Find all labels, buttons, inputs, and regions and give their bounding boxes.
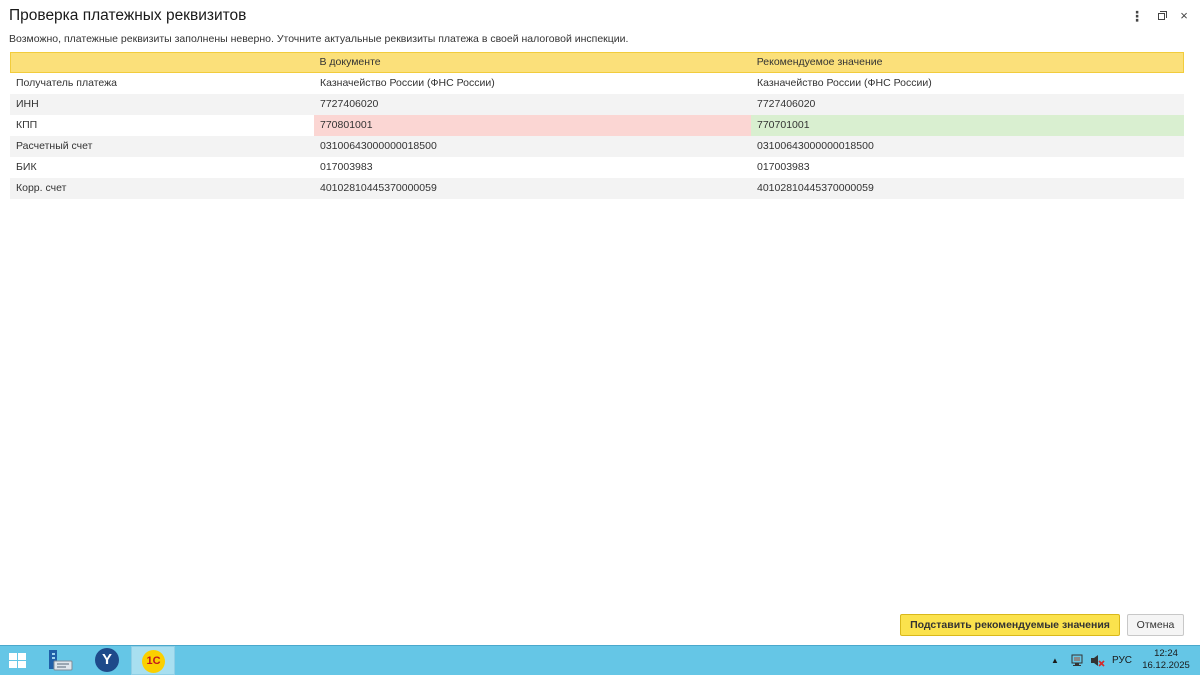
table-header: В документе Рекомендуемое значение — [10, 52, 1184, 73]
clock-time: 12:24 — [1154, 648, 1178, 659]
input-language-indicator[interactable]: РУС — [1112, 646, 1132, 675]
document-value: 7727406020 — [320, 98, 379, 110]
recommended-value-correct: 770701001 — [751, 115, 1184, 136]
restore-icon — [1157, 11, 1167, 20]
yandex-browser-button[interactable]: Y — [87, 646, 125, 675]
row-label: БИК — [16, 161, 37, 173]
yandex-browser-icon: Y — [95, 648, 119, 672]
file-explorer-icon — [49, 650, 73, 671]
table-row-recipient[interactable]: Получатель платежа Казначейство России (… — [10, 73, 1184, 94]
1c-enterprise-button[interactable]: 1С — [131, 646, 175, 675]
windows-start-icon — [9, 653, 27, 669]
header-cell-recommended: Рекомендуемое значение — [756, 56, 883, 68]
volume-muted-icon[interactable] — [1089, 646, 1105, 675]
clock-date: 16.12.2025 — [1142, 660, 1190, 671]
row-label: Получатель платежа — [16, 77, 118, 89]
recommended-value: Казначейство России (ФНС России) — [757, 77, 932, 89]
table-row-corr-account[interactable]: Корр. счет 40102810445370000059 40102810… — [10, 178, 1184, 199]
document-value: 03100643000000018500 — [320, 140, 437, 152]
header-cell-document: В документе — [319, 56, 381, 68]
recommended-value: 017003983 — [757, 161, 810, 173]
header-cell-field — [11, 53, 314, 72]
warning-message: Возможно, платежные реквизиты заполнены … — [9, 33, 629, 45]
window-title: Проверка платежных реквизитов — [9, 7, 247, 24]
recommended-value: 03100643000000018500 — [757, 140, 874, 152]
title-bar: Проверка платежных реквизитов ⋮ × — [0, 0, 1200, 32]
restore-button[interactable] — [1151, 6, 1171, 26]
more-actions-button[interactable]: ⋮ — [1127, 6, 1147, 26]
row-label: КПП — [16, 119, 38, 131]
details-table: В документе Рекомендуемое значение Получ… — [10, 52, 1184, 199]
row-label: Расчетный счет — [16, 140, 93, 152]
close-button[interactable]: × — [1174, 6, 1194, 26]
table-row-kpp[interactable]: КПП 770801001 770701001 — [10, 115, 1184, 136]
payment-details-window: Проверка платежных реквизитов ⋮ × Возмож… — [0, 0, 1200, 645]
network-icon[interactable] — [1069, 646, 1085, 675]
table-row-inn[interactable]: ИНН 7727406020 7727406020 — [10, 94, 1184, 115]
row-label: Корр. счет — [16, 182, 67, 194]
document-value: Казначейство России (ФНС России) — [320, 77, 495, 89]
document-value-mismatch: 770801001 — [314, 115, 751, 136]
apply-recommended-button[interactable]: Подставить рекомендуемые значения — [900, 614, 1120, 636]
cancel-button[interactable]: Отмена — [1127, 614, 1184, 636]
table-row-account[interactable]: Расчетный счет 03100643000000018500 0310… — [10, 136, 1184, 157]
start-button[interactable] — [0, 646, 38, 675]
system-clock[interactable]: 12:24 16.12.2025 — [1140, 648, 1192, 672]
table-row-bik[interactable]: БИК 017003983 017003983 — [10, 157, 1184, 178]
taskbar: Y 1С ▲ РУС 12:24 16.12.2025 — [0, 645, 1200, 675]
recommended-value: 7727406020 — [757, 98, 816, 110]
show-hidden-icons-button[interactable]: ▲ — [1051, 646, 1059, 675]
row-label: ИНН — [16, 98, 39, 110]
file-explorer-button[interactable] — [40, 646, 80, 675]
document-value: 40102810445370000059 — [320, 182, 437, 194]
recommended-value: 40102810445370000059 — [757, 182, 874, 194]
document-value: 017003983 — [320, 161, 373, 173]
1c-enterprise-icon: 1С — [142, 650, 165, 673]
